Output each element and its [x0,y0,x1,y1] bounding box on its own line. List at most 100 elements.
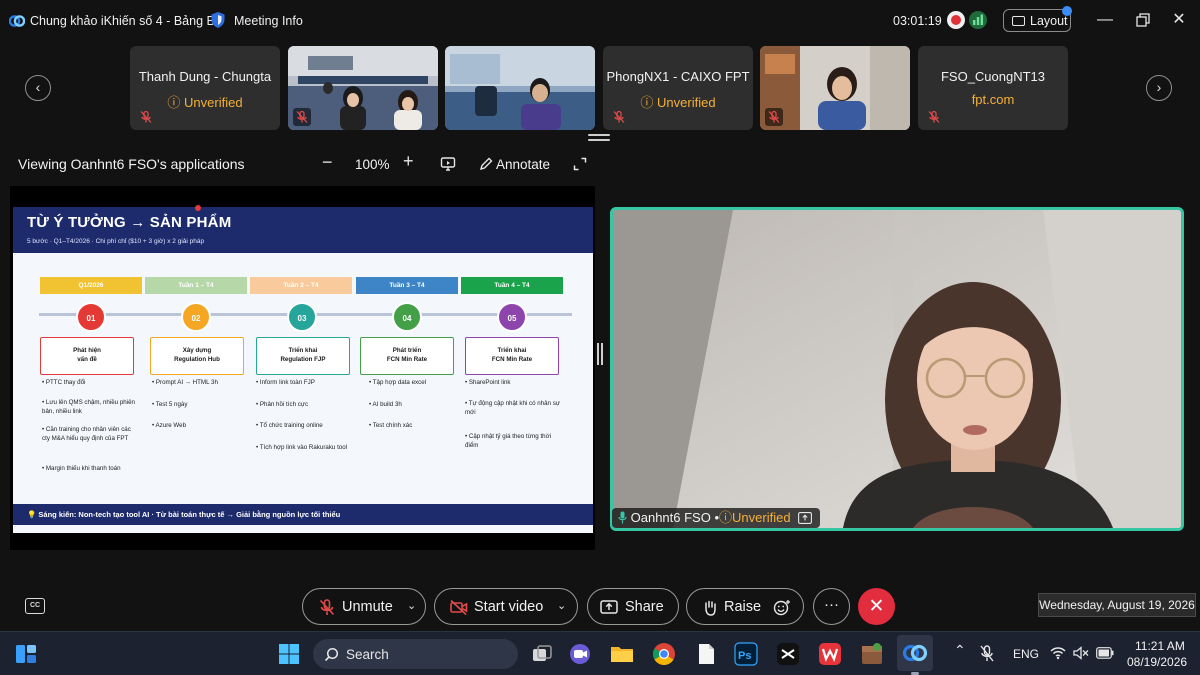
reactions-icon[interactable] [773,599,791,616]
svg-text:Ps: Ps [738,650,751,662]
strip-prev-icon[interactable]: ‹ [25,75,51,101]
chevron-down-icon[interactable]: ⌄ [557,599,566,612]
participant-video-tile[interactable] [288,46,438,130]
battery-icon[interactable] [1096,647,1114,659]
shared-slide: TỪ Ý TƯỞNG → SẢN PHẨM 5 bước · Q1–T4/202… [13,207,593,533]
chevron-down-icon[interactable]: ⌄ [407,599,416,612]
meeting-info-link[interactable]: Meeting Info [234,14,303,28]
participant-video-tile[interactable] [760,46,910,130]
step-number: 05 [497,302,527,332]
participant-tile[interactable]: FSO_CuongNT13 fpt.com [918,46,1068,130]
step-title-box: Triển khai FCN Min Rate [465,337,559,375]
slide-header: TỪ Ý TƯỞNG → SẢN PHẨM 5 bước · Q1–T4/202… [13,207,593,253]
clock-date[interactable]: 08/19/2026 [1127,655,1187,669]
chat-app-icon[interactable] [567,641,593,667]
leave-meeting-button[interactable]: ✕ [858,588,895,625]
share-label: Share [625,599,664,615]
muted-mic-icon [928,110,940,123]
zoom-out-icon[interactable]: − [322,152,333,173]
participant-video-tile[interactable] [445,46,595,130]
step-title-box: Triển khai Regulation FJP [256,337,350,375]
step-bullet: • PTTC thay đổi [42,379,86,386]
slide-title: TỪ Ý TƯỞNG → SẢN PHẨM [27,214,232,231]
webex-taskbar-app[interactable] [897,635,933,671]
wps-office-icon[interactable] [817,641,843,667]
remote-control-icon[interactable] [440,156,456,172]
participant-tile[interactable]: PhongNX1 - CAIXO FPT ⓘ Unverified [603,46,753,130]
windows-taskbar: Search Ps ⌃ ENG 11:21 AM 08/19/2026 [0,631,1200,675]
clock-time[interactable]: 11:21 AM [1135,639,1185,653]
step-title-line1: Triển khai [288,347,318,354]
start-menu-icon[interactable] [276,641,302,667]
file-explorer-icon[interactable] [609,641,635,667]
taskbar-search[interactable]: Search [313,639,518,669]
layout-button[interactable]: Layout [1003,9,1071,32]
closed-captions-button[interactable]: CC [25,598,45,614]
step-bullet: • Inform link toàn FJP [256,379,315,386]
start-video-button[interactable]: Start video ⌄ [434,588,578,625]
widgets-icon[interactable] [14,642,38,666]
phase-label: Q1/2026 [40,277,142,294]
step-number: 02 [181,302,211,332]
participant-name: Thanh Dung - Chungta [138,69,272,84]
step-bullet: • Test chính xác [369,422,413,429]
muted-mic-icon [613,110,625,123]
language-indicator[interactable]: ENG [1013,647,1039,661]
phase-label: Tuần 4 – T4 [461,277,563,294]
minimize-icon[interactable]: — [1095,10,1115,30]
participant-status: ⓘ Unverified [640,95,716,110]
step-number: 01 [76,302,106,332]
speaker-video-feed [613,210,1181,528]
notification-dot [1062,6,1072,16]
webex-logo-icon [902,644,928,662]
viewing-label: Viewing Oanhnt6 FSO's applications [18,156,245,172]
step-bullet: • Margin thiếu khi thanh toán [42,465,121,472]
start-video-label: Start video [474,599,544,615]
chrome-icon[interactable] [651,641,677,667]
step-bullet: • Cập nhật tỷ giá theo từng thời điểm [465,433,552,449]
photoshop-icon[interactable]: Ps [733,641,759,667]
expand-icon[interactable] [572,156,588,172]
step-bullet: • Lưu lên QMS chậm, nhiều phiên bản, nhi… [42,399,135,415]
annotate-pen-icon[interactable] [478,156,494,172]
game-app-icon[interactable] [859,641,885,667]
unmute-button[interactable]: Unmute ⌄ [302,588,426,625]
active-speaker-video[interactable] [610,207,1184,531]
unmute-label: Unmute [342,599,393,615]
mic-muted-tray-icon[interactable] [980,645,994,663]
slide-footer-text: 💡 Sáng kiến: Non-tech tạo tool AI · Từ b… [27,510,341,519]
speaker-status: ⓘUnverified [719,510,791,525]
participant-tile[interactable]: Thanh Dung - Chungta ⓘ Unverified [130,46,280,130]
strip-resize-handle[interactable] [588,134,610,142]
capcut-icon[interactable] [775,641,801,667]
raise-label: Raise [724,599,762,615]
chevron-up-icon[interactable]: ⌃ [954,642,966,659]
raise-hand-button[interactable]: Raise [686,588,804,625]
restore-icon[interactable] [1133,10,1153,30]
step-title-box: Xây dựng Regulation Hub [150,337,244,375]
network-health-icon[interactable] [969,11,987,29]
annotate-button[interactable]: Annotate [496,157,550,172]
share-button[interactable]: Share [587,588,679,625]
close-window-icon[interactable]: ✕ [1169,10,1189,30]
shield-icon[interactable] [210,11,226,29]
zoom-in-icon[interactable]: + [403,151,414,172]
more-options-button[interactable]: ··· [813,588,850,625]
step-bullet: • Prompt AI → HTML 3h [152,379,218,386]
strip-next-icon[interactable]: › [1146,75,1172,101]
speaker-name-badge: Oanhnt6 FSO •ⓘUnverified [612,508,821,528]
speaker-muted-icon[interactable] [1073,646,1089,660]
wifi-icon[interactable] [1050,646,1066,660]
recording-icon[interactable] [947,11,965,29]
slide-footer: 💡 Sáng kiến: Non-tech tạo tool AI · Từ b… [13,504,593,525]
zoom-level: 100% [355,157,390,172]
split-resize-handle[interactable] [597,343,603,365]
notepad-icon[interactable] [693,641,719,667]
participant-name: PhongNX1 - CAIXO FPT [606,69,750,84]
slide-subtitle: 5 bước · Q1–T4/2026 · Chi phí chỉ ($10 +… [27,238,205,245]
muted-mic-icon [140,110,152,123]
search-icon [324,647,339,662]
task-view-icon[interactable] [529,641,555,667]
muted-mic-icon [293,108,311,126]
phase-label: Tuần 1 – T4 [145,277,247,294]
